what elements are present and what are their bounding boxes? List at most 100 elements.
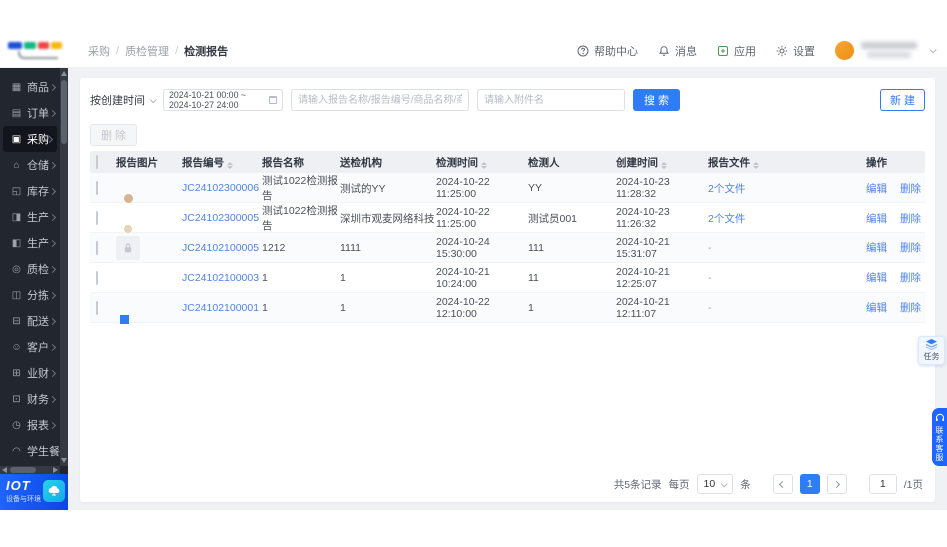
scroll-up-icon[interactable] [61,71,67,76]
report-code-link[interactable]: JC24102300006 [182,182,262,194]
created-time: 2024-10-21 12:25:07 [616,265,670,290]
sidebar-item-label: 客户 [27,342,49,354]
col-inspection-org: 送检机构 [340,156,382,169]
delete-link[interactable]: 删除 [900,211,921,226]
time-field-select[interactable]: 按创建时间 [90,92,157,108]
sidebar-item-inventory[interactable]: ◱ 库存 [0,178,60,204]
sidebar-horizontal-scrollbar[interactable] [0,466,60,474]
row-checkbox[interactable] [96,181,98,195]
sidebar-item-reports[interactable]: ◷ 报表 [0,412,60,438]
delete-link[interactable]: 删除 [900,240,921,255]
user-menu[interactable] [835,41,937,60]
reports-table: 报告图片 报告编号 报告名称 送检机构 检测时间 检测人 创建时间 报告文件 操… [90,151,925,323]
sort-icon[interactable] [753,161,759,169]
sidebar-item-qc[interactable]: ◎ 质检 [0,256,60,282]
select-all-checkbox[interactable] [96,155,98,169]
report-code-link[interactable]: JC24102300005 [182,212,262,224]
chevron-down-icon [149,95,157,103]
report-code-link[interactable]: JC24102100003 [182,272,262,284]
edit-link[interactable]: 编辑 [866,300,887,315]
edit-link[interactable]: 编辑 [866,240,887,255]
test-time: 2024-10-21 10:24:00 [436,265,490,290]
row-checkbox[interactable] [96,300,98,315]
iot-cloud-icon [43,480,65,502]
help-center-button[interactable]: 帮助中心 [577,43,638,59]
customer-icon: ☺ [11,341,22,353]
sidebar-item-orders[interactable]: ▤ 订单 [0,100,60,126]
report-code-link[interactable]: JC24102100005 [182,242,262,254]
prev-page-button[interactable] [772,474,793,494]
scrollbar-thumb[interactable] [61,80,67,144]
company-logo [8,39,66,63]
next-page-button[interactable] [826,474,847,494]
report-files-link[interactable]: 2个文件 [708,181,866,196]
customer-service-tab[interactable]: 联系客服 [932,408,947,466]
sidebar-item-warehouse[interactable]: ⌂ 仓储 [0,152,60,178]
sidebar-item-goods[interactable]: ▦ 商品 [0,74,60,100]
edit-link[interactable]: 编辑 [866,211,887,226]
sidebar-item-customers[interactable]: ☺ 客户 [0,334,60,360]
chevron-right-icon [48,213,57,221]
sorting-icon: ◫ [11,289,22,301]
breadcrumb-separator: / [116,44,120,57]
scroll-left-icon[interactable] [2,467,7,473]
breadcrumb-purchase[interactable]: 采购 [88,43,110,59]
sidebar-item-finance[interactable]: ⊡ 财务 [0,386,60,412]
breadcrumb-qc-management[interactable]: 质检管理 [125,43,169,59]
sidebar-nav: ▦ 商品 ▤ 订单 ▣ 采购 ⌂ 仓储 ◱ 库存 ◨ 生产 ◧ 生产 ◎ 质检 ◫ 分拣 ⊟ 配送 … [0,74,60,464]
sidebar-item-student-meal[interactable]: ◠ 学生餐 [0,438,60,464]
created-time: 2024-10-21 12:11:07 [616,295,670,320]
row-checkbox[interactable] [96,270,98,285]
scroll-down-icon[interactable] [61,458,67,463]
per-page-select[interactable]: 10 [696,474,734,494]
search-button[interactable]: 搜 索 [633,89,681,111]
page-jump-input[interactable] [868,474,897,494]
date-range-picker[interactable]: 2024-10-21 00:00 ~ 2024-10-27 24:00 [163,89,283,111]
sidebar-item-label: 仓储 [27,160,49,172]
avatar [835,41,854,60]
col-report-name: 报告名称 [262,156,304,169]
tasks-floating-button[interactable]: 任务 [918,336,945,365]
messages-label: 消息 [675,45,697,58]
delete-link[interactable]: 删除 [900,300,921,315]
sidebar-item-production-2[interactable]: ◧ 生产 [0,230,60,256]
tester: 1 [528,301,534,314]
scrollbar-thumb[interactable] [10,467,36,473]
sort-icon[interactable] [227,161,233,169]
sidebar-item-biz-finance[interactable]: ⊞ 业财 [0,360,60,386]
delete-link[interactable]: 删除 [900,270,921,285]
help-label: 帮助中心 [594,45,638,58]
messages-button[interactable]: 消息 [658,43,697,59]
iot-banner[interactable]: IOT 设备与环境 [0,474,68,510]
edit-link[interactable]: 编辑 [866,270,887,285]
sidebar-item-label: 商品 [27,82,49,94]
sort-icon[interactable] [661,161,667,169]
settings-button[interactable]: 设置 [776,43,815,59]
sidebar-item-purchase[interactable]: ▣ 采购 [3,126,57,152]
breadcrumb-test-report: 检测报告 [184,45,229,58]
col-report-files: 报告文件 [708,155,866,170]
sidebar-item-delivery[interactable]: ⊟ 配送 [0,308,60,334]
sidebar-item-production[interactable]: ◨ 生产 [0,204,60,230]
help-icon [577,45,589,57]
create-button[interactable]: 新 建 [879,89,925,111]
scroll-right-icon[interactable] [53,467,58,473]
report-files-link[interactable]: 2个文件 [708,211,866,226]
report-code-link[interactable]: JC24102100001 [182,302,262,314]
sort-icon[interactable] [481,161,487,169]
keyword-search-input[interactable] [291,89,469,111]
sidebar-vertical-scrollbar[interactable] [60,68,68,466]
edit-link[interactable]: 编辑 [866,181,887,196]
qc-icon: ◎ [12,263,21,275]
apps-button[interactable]: 应用 [717,43,756,59]
tester: 11 [528,271,539,284]
delete-link[interactable]: 删除 [900,181,921,196]
sidebar-item-label: 学生餐 [27,446,60,458]
page-1-button[interactable]: 1 [799,474,820,494]
bulk-delete-button[interactable]: 删 除 [90,124,138,146]
chevron-right-icon [833,480,841,488]
row-checkbox[interactable] [96,211,98,225]
attachment-name-input[interactable] [477,89,625,111]
row-checkbox[interactable] [96,240,98,255]
sidebar-item-sorting[interactable]: ◫ 分拣 [0,282,60,308]
